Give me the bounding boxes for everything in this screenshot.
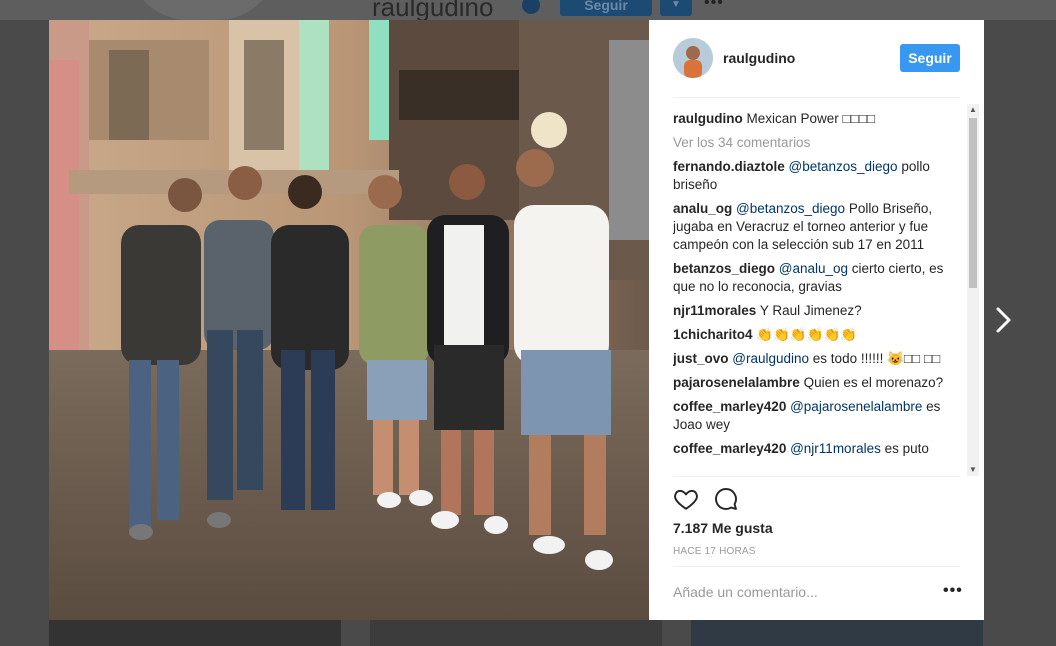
comment-mention[interactable]: @njr11morales xyxy=(790,441,881,456)
comment-username[interactable]: pajarosenelalambre xyxy=(673,375,800,390)
caption-username[interactable]: raulgudino xyxy=(673,111,743,126)
heart-icon[interactable] xyxy=(673,486,701,514)
comment-mention[interactable]: @analu_og xyxy=(779,261,848,276)
list-item: fernando.diaztole @betanzos_diego pollo … xyxy=(673,158,958,194)
scroll-down-icon[interactable]: ▼ xyxy=(967,464,979,476)
background-grid-thumbnail xyxy=(49,620,341,646)
comment-mention[interactable]: @betanzos_diego xyxy=(789,159,898,174)
more-options-button[interactable]: ••• xyxy=(943,582,963,600)
comment-text: 👏👏👏👏👏👏 xyxy=(756,327,858,342)
list-item: coffee_marley420 @pajarosenelalambre es … xyxy=(673,398,958,434)
comment-mention[interactable]: @raulgudino xyxy=(732,351,809,366)
comment-username[interactable]: 1chicharito4 xyxy=(673,327,753,342)
post-header: raulgudino Seguir xyxy=(649,20,984,97)
comments-scrollbar[interactable]: ▲ ▼ xyxy=(967,104,979,476)
avatar[interactable] xyxy=(673,38,713,78)
list-item: 1chicharito4 👏👏👏👏👏👏 xyxy=(673,326,958,344)
list-item: coffee_marley420 @njr11morales es puto xyxy=(673,440,958,458)
comment-icon[interactable] xyxy=(713,486,741,514)
post-modal: raulgudino Seguir raulgudino Mexican Pow… xyxy=(49,20,984,620)
background-follow-button: Seguir xyxy=(560,0,652,16)
background-grid-thumbnail xyxy=(370,620,662,646)
comment-input[interactable] xyxy=(673,580,923,604)
comment-text: Quien es el morenazo? xyxy=(803,375,944,390)
comment-username[interactable]: just_ovo xyxy=(673,351,729,366)
background-grid-thumbnail xyxy=(691,620,983,646)
view-all-comments-link[interactable]: Ver los 34 comentarios xyxy=(673,134,958,152)
comment-mention[interactable]: @betanzos_diego xyxy=(736,201,845,216)
list-item: analu_og @betanzos_diego Pollo Briseño, … xyxy=(673,200,958,254)
post-author-username[interactable]: raulgudino xyxy=(723,50,795,66)
comment-text: Y Raul Jimenez? xyxy=(759,303,862,318)
post-photo xyxy=(49,20,649,620)
input-divider xyxy=(673,566,960,567)
comment-text: es puto xyxy=(880,441,929,456)
list-item: njr11morales Y Raul Jimenez? xyxy=(673,302,958,320)
follow-button[interactable]: Seguir xyxy=(900,44,960,72)
comment-username[interactable]: fernando.diaztole xyxy=(673,159,785,174)
comments-list[interactable]: raulgudino Mexican Power □□□□ Ver los 34… xyxy=(673,110,958,475)
scrollbar-thumb[interactable] xyxy=(969,118,977,288)
post-timestamp: HACE 17 HORAS xyxy=(673,546,756,557)
comment-mention[interactable]: @pajarosenelalambre xyxy=(790,399,922,414)
comment-username[interactable]: coffee_marley420 xyxy=(673,441,786,456)
comment-text: es todo !!!!!! 😺□□ □□ xyxy=(809,351,941,366)
list-item: pajarosenelalambre Quien es el morenazo? xyxy=(673,374,958,392)
scroll-up-icon[interactable]: ▲ xyxy=(967,104,979,116)
post-side-panel: raulgudino Seguir raulgudino Mexican Pow… xyxy=(649,20,984,620)
caption: raulgudino Mexican Power □□□□ xyxy=(673,110,958,128)
chevron-right-icon[interactable] xyxy=(992,303,1016,337)
comment-username[interactable]: njr11morales xyxy=(673,303,756,318)
likes-count[interactable]: 7.187 Me gusta xyxy=(673,520,773,536)
list-item: betanzos_diego @analu_og cierto cierto, … xyxy=(673,260,958,296)
comments-divider xyxy=(673,476,960,477)
comment-username[interactable]: analu_og xyxy=(673,201,732,216)
header-divider xyxy=(673,97,960,98)
list-item: just_ovo @raulgudino es todo !!!!!! 😺□□ … xyxy=(673,350,958,368)
background-dropdown-icon: ▼ xyxy=(660,0,692,16)
comment-username[interactable]: coffee_marley420 xyxy=(673,399,786,414)
comment-username[interactable]: betanzos_diego xyxy=(673,261,775,276)
caption-text: Mexican Power □□□□ xyxy=(746,111,876,126)
background-more-icon: ••• xyxy=(704,0,724,11)
